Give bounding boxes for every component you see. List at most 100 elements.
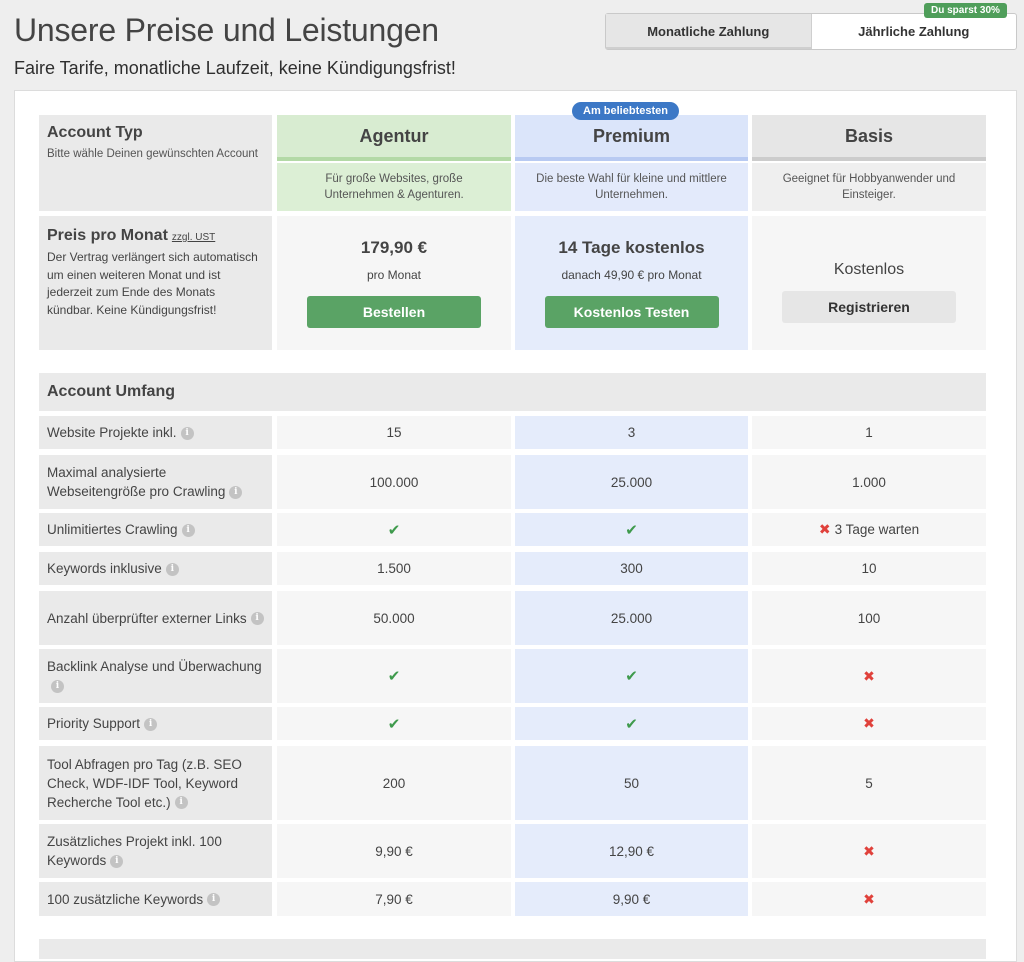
feature-value-basis: ✖ (752, 882, 986, 916)
info-icon[interactable]: i (180, 426, 194, 440)
feature-value-text: 1 (865, 425, 873, 440)
info-icon[interactable]: i (165, 562, 179, 576)
feature-value-text: 100 (857, 610, 881, 626)
feature-value-basis: ✖ (752, 707, 986, 740)
feature-value-text: 50 (623, 775, 640, 791)
cross-icon: ✖ (818, 521, 831, 537)
feature-value-premium: ✔ (515, 513, 748, 546)
feature-value-premium: ✔ (515, 649, 748, 703)
feature-value-premium: 50 (515, 746, 748, 820)
feature-value-text: 10 (861, 561, 877, 576)
feature-label-text: Keywords inklusive (47, 561, 162, 576)
order-button[interactable]: Bestellen (307, 296, 481, 328)
cross-icon: ✖ (863, 842, 875, 859)
feature-value-text: 50.000 (373, 610, 415, 626)
feature-value-premium: 25.000 (515, 591, 748, 645)
feature-value-basis: 1.000 (752, 455, 986, 509)
price-premium: 14 Tage kostenlos (558, 238, 705, 257)
account-type-cell: Account Typ Bitte wähle Deinen gewünscht… (39, 115, 272, 211)
page-subtitle: Faire Tarife, monatliche Laufzeit, keine… (14, 58, 456, 78)
plan-header-basis: Basis (752, 115, 986, 161)
feature-label-text: 100 zusätzliche Keywords (47, 891, 204, 907)
check-icon: ✔ (625, 521, 638, 539)
pricing-table: Account Typ Bitte wähle Deinen gewünscht… (14, 90, 1017, 962)
feature-value-text: 9,90 € (612, 891, 651, 907)
info-icon[interactable]: i (207, 893, 221, 907)
info-icon[interactable]: i (250, 612, 264, 626)
price-cell-basis: Kostenlos Registrieren (752, 216, 986, 350)
cross-icon: ✖ (863, 667, 875, 684)
info-icon[interactable]: i (51, 679, 64, 693)
feature-label-wrap: 100 zusätzliche Keywords i (47, 890, 221, 909)
feature-value-text: 12,90 € (608, 843, 655, 859)
feature-label: Keywords inklusive i (39, 552, 272, 585)
feature-value-agentur: ✔ (277, 649, 511, 703)
feature-value-text: 1.500 (377, 561, 411, 576)
feature-value-agentur: 9,90 € (277, 824, 511, 878)
feature-value-basis: 10 (752, 552, 986, 585)
section-footer (39, 939, 986, 959)
plan-header-premium: Premium (515, 115, 748, 161)
feature-value-basis: ✖ 3 Tage warten (752, 513, 986, 546)
feature-value-premium: 25.000 (515, 455, 748, 509)
feature-value-agentur: 50.000 (277, 591, 511, 645)
feature-value-agentur: 15 (277, 416, 511, 449)
info-icon[interactable]: i (144, 717, 158, 731)
price-cell-premium: 14 Tage kostenlos danach 49,90 € pro Mon… (515, 216, 748, 350)
feature-value-premium: 12,90 € (515, 824, 748, 878)
info-icon[interactable]: i (181, 523, 195, 537)
feature-label: 100 zusätzliche Keywords i (39, 882, 272, 916)
plan-header-agentur: Agentur (277, 115, 511, 161)
price-sub-agentur: pro Monat (366, 268, 422, 282)
feature-label-wrap: Anzahl überprüfter externer Links i (47, 609, 264, 628)
info-icon[interactable]: i (110, 854, 124, 868)
feature-value-basis: ✖ (752, 649, 986, 703)
price-sub-premium: danach 49,90 € pro Monat (561, 268, 702, 282)
feature-value-agentur: ✔ (277, 513, 511, 546)
feature-label-wrap: Unlimitiertes Crawling i (47, 520, 195, 539)
feature-label-text: Website Projekte inkl. (47, 425, 177, 440)
price-title: Preis pro Monat (47, 227, 168, 244)
feature-value-text: 25.000 (610, 474, 653, 490)
feature-value-basis: ✖ (752, 824, 986, 878)
feature-label: Website Projekte inkl. i (39, 416, 272, 449)
feature-value-premium: 9,90 € (515, 882, 748, 916)
price-cell-agentur: 179,90 € pro Monat Bestellen (277, 216, 511, 350)
feature-value-premium: ✔ (515, 707, 748, 740)
check-icon: ✔ (387, 668, 401, 685)
plan-desc-basis: Geeignet für Hobbyanwender und Einsteige… (752, 163, 986, 211)
feature-label-wrap: Keywords inklusive i (47, 559, 179, 578)
free-trial-button[interactable]: Kostenlos Testen (544, 296, 719, 328)
info-icon[interactable]: i (174, 796, 188, 810)
yearly-payment-button[interactable]: Jährliche Zahlung (812, 14, 1017, 49)
feature-value-basis: 100 (752, 591, 986, 645)
cross-icon: ✖ (863, 715, 875, 731)
feature-value-agentur: ✔ (277, 707, 511, 740)
feature-value-text: 9,90 € (375, 843, 413, 859)
feature-value-text: 7,90 € (375, 891, 413, 907)
check-icon: ✔ (625, 668, 638, 685)
page-title: Unsere Preise und Leistungen (14, 12, 439, 48)
register-button[interactable]: Registrieren (782, 291, 956, 323)
feature-label-wrap: Backlink Analyse und Überwachung i (47, 657, 264, 695)
feature-value-agentur: 1.500 (277, 552, 511, 585)
info-icon[interactable]: i (229, 485, 243, 499)
feature-value-text: 5 (865, 775, 873, 791)
feature-label: Maximal analysierte Webseitengröße pro C… (39, 455, 272, 509)
feature-value-basis: 1 (752, 416, 986, 449)
feature-value-text: 1.000 (852, 474, 886, 490)
price-basis: Kostenlos (833, 261, 905, 278)
feature-label-text: Maximal analysierte Webseitengröße pro C… (47, 465, 226, 499)
feature-label: Backlink Analyse und Überwachung i (39, 649, 272, 703)
feature-label-wrap: Priority Support i (47, 714, 158, 733)
price-terms: Der Vertrag verlängert sich automatisch … (47, 250, 258, 317)
feature-value-text: 200 (382, 775, 406, 791)
feature-value-agentur: 200 (277, 746, 511, 820)
price-title-row: Preis pro Monat zzgl. UST (47, 226, 215, 247)
feature-label-wrap: Website Projekte inkl. i (47, 423, 194, 442)
feature-value-text: 100.000 (369, 474, 419, 490)
popular-badge: Am beliebtesten (572, 102, 679, 120)
price-label-cell: Preis pro Monat zzgl. UST Der Vertrag ve… (39, 216, 272, 350)
monthly-payment-button[interactable]: Monatliche Zahlung (606, 14, 812, 49)
feature-label-text: Tool Abfragen pro Tag (z.B. SEO Check, W… (47, 756, 242, 810)
